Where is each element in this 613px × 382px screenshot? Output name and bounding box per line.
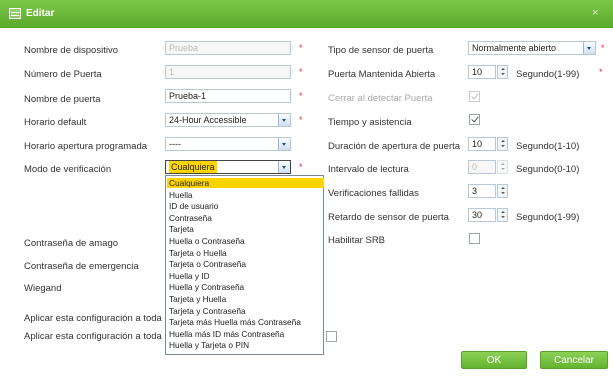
held-open-label: Puerta Mantenida Abierta bbox=[328, 69, 436, 80]
time-attendance-checkbox[interactable] bbox=[469, 114, 480, 125]
close-icon[interactable]: × bbox=[592, 7, 598, 19]
default-schedule-select[interactable]: 24-Hour Accessible bbox=[165, 113, 291, 127]
dropdown-option[interactable]: Cualquiera bbox=[167, 178, 324, 189]
verify-mode-label: Modo de verificación bbox=[24, 164, 112, 175]
edit-dialog: Editar × Nombre de dispositivo Prueba * … bbox=[0, 0, 613, 382]
sensor-delay-unit: Segundo(1-99) bbox=[516, 212, 580, 223]
duress-password-label: Contraseña de amago bbox=[24, 238, 119, 249]
sensor-delay-value[interactable]: 30 bbox=[468, 208, 496, 222]
default-schedule-label: Horario default bbox=[24, 117, 87, 128]
open-duration-unit: Segundo(1-10) bbox=[516, 141, 580, 152]
emergency-password-label: Contraseña de emergencia bbox=[24, 261, 139, 272]
dropdown-option[interactable]: Huella bbox=[167, 190, 324, 200]
dropdown-option[interactable]: Tarjeta más Huella más Contraseña bbox=[167, 317, 324, 327]
dropdown-option[interactable]: Tarjeta o Contraseña bbox=[167, 259, 324, 269]
door-number-field[interactable]: 1 bbox=[165, 65, 291, 79]
read-interval-label: Intervalo de lectura bbox=[328, 164, 409, 175]
failed-attempts-label: Verificaciones fallidas bbox=[328, 188, 419, 199]
wiegand-label: Wiegand bbox=[24, 283, 62, 294]
open-duration-stepper[interactable]: 10 bbox=[468, 137, 510, 151]
dropdown-option[interactable]: Huella o Contraseña bbox=[167, 236, 324, 246]
spin-arrows-icon[interactable] bbox=[497, 160, 508, 174]
title-bar: Editar × bbox=[0, 0, 613, 28]
apply-all-checkbox[interactable] bbox=[326, 331, 337, 342]
scheduled-open-value: ---- bbox=[169, 139, 181, 149]
open-duration-label: Duración de apertura de puerta bbox=[328, 141, 461, 152]
held-open-stepper[interactable]: 10 bbox=[468, 65, 510, 79]
chevron-down-icon[interactable] bbox=[278, 114, 290, 126]
cancel-button[interactable]: Cancelar bbox=[540, 351, 608, 369]
failed-attempts-stepper[interactable]: 3 bbox=[468, 184, 510, 198]
dropdown-option[interactable]: Huella y ID bbox=[167, 271, 324, 281]
required-marker: * bbox=[299, 115, 303, 125]
failed-attempts-value[interactable]: 3 bbox=[468, 184, 496, 198]
close-on-detect-label: Cerrar al detectar Puerta bbox=[328, 93, 433, 104]
open-duration-value[interactable]: 10 bbox=[468, 137, 496, 151]
sensor-type-select[interactable]: Normalmente abierto bbox=[468, 41, 596, 55]
enable-srb-checkbox[interactable] bbox=[469, 233, 480, 244]
held-open-value[interactable]: 10 bbox=[468, 65, 496, 79]
required-marker: * bbox=[299, 43, 303, 53]
device-name-label: Nombre de dispositivo bbox=[24, 45, 118, 56]
dropdown-option[interactable]: Huella y Tarjeta o PIN bbox=[167, 340, 324, 350]
scheduled-open-label: Horario apertura programada bbox=[24, 141, 148, 152]
default-schedule-value: 24-Hour Accessible bbox=[169, 115, 247, 125]
read-interval-unit: Segundo(0-10) bbox=[516, 164, 580, 175]
required-marker: * bbox=[601, 43, 605, 53]
spin-arrows-icon[interactable] bbox=[497, 137, 508, 151]
verify-mode-select[interactable]: Cualquiera bbox=[165, 160, 291, 174]
verify-mode-dropdown-list: Cualquiera Huella ID de usuario Contraseña T… bbox=[165, 175, 324, 355]
scheduled-open-select[interactable]: ---- bbox=[165, 137, 291, 151]
close-on-detect-checkbox[interactable] bbox=[469, 91, 480, 102]
dropdown-option[interactable]: Tarjeta y Contraseña bbox=[167, 306, 324, 316]
apply-all-label-1: Aplicar esta configuración a toda bbox=[24, 313, 162, 324]
chevron-down-icon[interactable] bbox=[583, 42, 595, 54]
verify-mode-value: Cualquiera bbox=[169, 161, 217, 173]
required-marker: * bbox=[299, 162, 303, 172]
sensor-type-value: Normalmente abierto bbox=[472, 43, 557, 53]
enable-srb-label: Habilitar SRB bbox=[328, 235, 386, 246]
edit-form-icon bbox=[9, 8, 21, 19]
dropdown-option[interactable]: Tarjeta y Huella bbox=[167, 294, 324, 304]
ok-button[interactable]: OK bbox=[461, 351, 527, 369]
read-interval-value[interactable]: 0 bbox=[468, 160, 496, 174]
dropdown-option[interactable]: Tarjeta o Huella bbox=[167, 248, 324, 258]
spin-arrows-icon[interactable] bbox=[497, 184, 508, 198]
device-name-field[interactable]: Prueba bbox=[165, 41, 291, 55]
required-marker: * bbox=[299, 91, 303, 101]
dropdown-option[interactable]: Huella y Contraseña bbox=[167, 282, 324, 292]
sensor-delay-stepper[interactable]: 30 bbox=[468, 208, 510, 222]
time-attendance-label: Tiempo y asistencia bbox=[328, 117, 412, 128]
chevron-down-icon[interactable] bbox=[278, 161, 290, 173]
spin-arrows-icon[interactable] bbox=[497, 208, 508, 222]
dialog-title: Editar bbox=[26, 8, 55, 19]
required-marker: * bbox=[299, 67, 303, 77]
dropdown-option[interactable]: Tarjeta bbox=[167, 224, 324, 234]
required-marker: * bbox=[599, 67, 603, 77]
held-open-unit: Segundo(1-99) bbox=[516, 69, 580, 80]
apply-all-label-2: Aplicar esta configuración a toda bbox=[24, 331, 162, 342]
door-number-label: Número de Puerta bbox=[24, 69, 102, 80]
door-name-field[interactable]: Prueba-1 bbox=[165, 89, 291, 103]
door-name-label: Nombre de puerta bbox=[24, 94, 101, 105]
dropdown-option[interactable]: Contraseña bbox=[167, 213, 324, 223]
spin-arrows-icon[interactable] bbox=[497, 65, 508, 79]
chevron-down-icon[interactable] bbox=[278, 138, 290, 150]
sensor-delay-label: Retardo de sensor de puerta bbox=[328, 212, 449, 223]
dropdown-option[interactable]: ID de usuario bbox=[167, 201, 324, 211]
read-interval-stepper[interactable]: 0 bbox=[468, 160, 510, 174]
dropdown-option[interactable]: Huella más ID más Contraseña bbox=[167, 329, 324, 339]
sensor-type-label: Tipo de sensor de puerta bbox=[328, 45, 434, 56]
